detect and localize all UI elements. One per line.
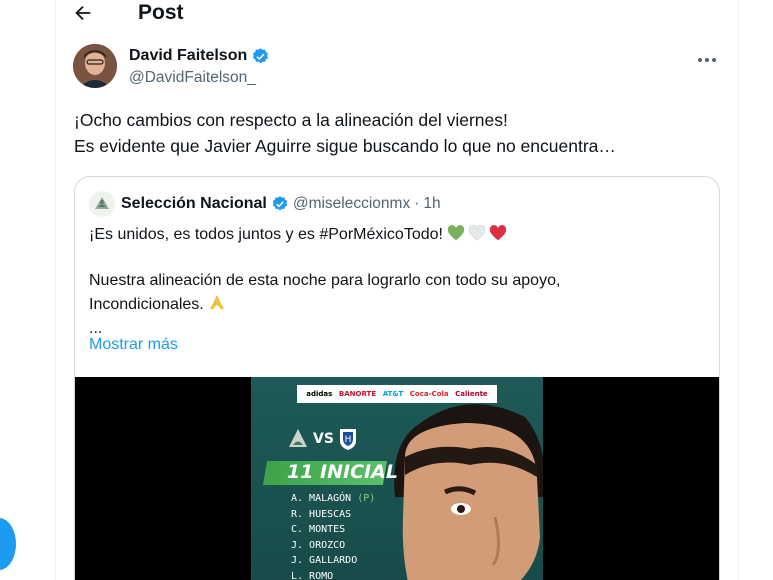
lineup-player: A. MALAGÓN (P) [291,491,375,507]
lineup-player: R. HUESCAS [291,507,375,523]
green-heart-icon [448,225,465,241]
vs-label: VS [313,431,334,447]
separator-dot: · [414,195,420,212]
svg-text:H: H [345,435,352,445]
quote-line-3-text: Incondicionales. [89,296,204,313]
arrow-left-icon [75,5,91,21]
quote-avatar[interactable] [89,191,115,217]
right-divider [738,0,739,580]
quote-media[interactable]: adidas BANORTE AT&T Coca-Cola Caliente V… [75,377,719,580]
player-name: A. MALAGÓN [291,493,352,504]
quote-timestamp[interactable]: 1h [423,195,440,213]
quoted-post[interactable]: Selección Nacional @miseleccionmx · 1h ¡… [74,176,720,580]
avatar[interactable] [73,44,117,88]
post-text-line: ¡Ocho cambios con respecto a la alineaci… [74,110,508,130]
player-name: C. MONTES [291,524,346,535]
verified-badge-icon [272,196,287,211]
left-divider [55,0,56,580]
quote-author-name[interactable]: Selección Nacional [121,195,267,213]
back-button[interactable] [72,0,100,26]
author-name[interactable]: David Faitelson [129,46,247,66]
lineup-player: L. ROMO [291,569,375,580]
player-name: J. OROZCO [291,539,346,551]
post-text: ¡Ocho cambios con respecto a la alineaci… [74,107,724,159]
post-author: David Faitelson @DavidFaitelson_ [73,44,733,92]
player-name: J. GALLARDO [291,555,358,566]
quote-author-handle[interactable]: @miseleccionmx [293,195,410,213]
quote-header: Selección Nacional @miseleccionmx · 1h [89,191,441,217]
show-more-link[interactable]: Mostrar más [89,336,178,354]
quote-line-3: Incondicionales. [89,293,709,317]
quote-line-1-text: ¡Es unidos, es todos juntos y es #PorMéx… [89,226,443,243]
white-heart-icon [469,225,486,241]
post-text-line: Es evidente que Javier Aguirre sigue bus… [74,136,616,156]
player-position: (P) [357,493,376,504]
sponsor-logo: BANORTE [338,390,377,398]
sponsor-logo: adidas [306,390,333,398]
quote-ellipsis: ... [89,320,103,337]
quote-line-1: ¡Es unidos, es todos juntos y es #PorMéx… [89,223,709,247]
praying-hands-icon [210,296,224,310]
author-handle[interactable]: @DavidFaitelson_ [129,68,256,88]
quote-text: ¡Es unidos, es todos juntos y es #PorMéx… [89,223,709,341]
eagle-crest-icon [95,197,109,209]
compose-button[interactable] [0,518,16,570]
more-dots-icon [698,58,716,62]
post-header: Post [56,0,738,28]
more-options-button[interactable] [695,50,719,70]
lineup-player: J. OROZCO [291,538,375,554]
matchup: VS H [287,427,358,451]
quote-line-2: Nuestra alineación de esta noche para lo… [89,272,561,289]
lineup-list: A. MALAGÓN (P) R. HUESCAS C. MONTES J. O… [291,491,375,580]
player-name: R. HUESCAS [291,508,352,520]
player-name: L. ROMO [291,570,334,580]
page-title: Post [138,1,184,24]
lineup-player: C. MONTES [291,522,375,538]
honduras-crest-icon: H [339,429,356,450]
lineup-title: 11 INICIAL [287,461,398,483]
lineup-graphic: adidas BANORTE AT&T Coca-Cola Caliente V… [251,377,543,580]
verified-badge-icon [253,47,269,63]
player-photo [394,404,543,580]
mexico-crest-icon [289,429,307,447]
lineup-player: J. GALLARDO [291,553,375,569]
red-heart-icon [490,225,507,241]
